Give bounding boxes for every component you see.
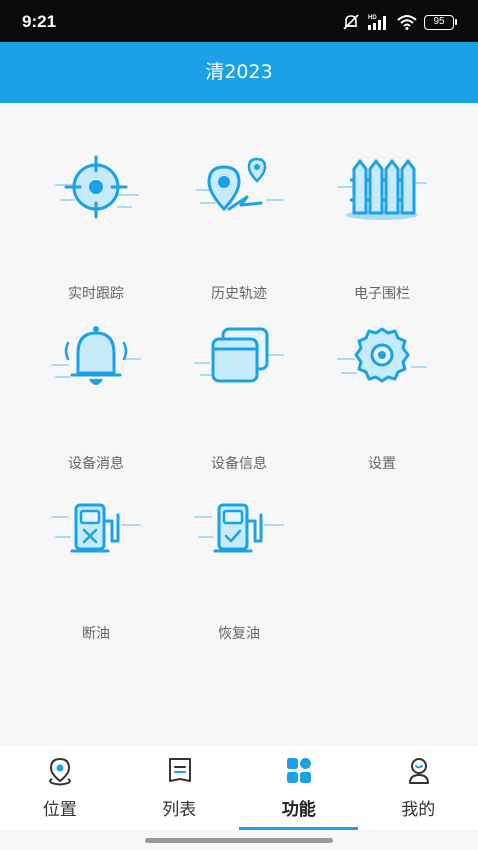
bell-off-icon xyxy=(343,14,359,30)
tile-restore-fuel[interactable]: 恢复油 xyxy=(169,485,309,642)
signal-icon: HD xyxy=(368,15,386,30)
gear-icon xyxy=(337,327,427,383)
tile-label: 历史轨迹 xyxy=(211,286,267,302)
tile-settings[interactable]: 设置 xyxy=(312,315,452,472)
tile-device-messages[interactable]: 设备消息 xyxy=(26,315,166,472)
device-cards-icon xyxy=(194,327,284,383)
home-indicator[interactable] xyxy=(145,838,333,843)
network-badge: HD xyxy=(368,15,377,21)
location-pin-icon xyxy=(49,757,71,786)
status-icons: HD 95 xyxy=(342,11,457,33)
battery-level: 95 xyxy=(433,15,445,27)
grid-apps-icon xyxy=(287,758,311,783)
battery-icon: 95 xyxy=(424,14,457,30)
home-area xyxy=(0,831,478,850)
tile-realtime-tracking[interactable]: 实时跟踪 xyxy=(26,145,166,302)
bottom-nav: 位置 列表 功能 我的 xyxy=(0,745,478,831)
app-bar: 清2023 xyxy=(0,42,478,103)
active-tab-indicator xyxy=(239,827,358,830)
tile-device-info[interactable]: 设备信息 xyxy=(169,315,309,472)
tile-label: 电子围栏 xyxy=(354,286,410,302)
fuel-pump-restore-icon xyxy=(194,503,284,553)
status-time: 9:21 xyxy=(22,12,57,31)
tile-geofence[interactable]: 电子围栏 xyxy=(312,145,452,302)
tile-label: 设备消息 xyxy=(68,456,124,472)
tile-label: 实时跟踪 xyxy=(68,286,124,302)
nav-item-list[interactable]: 列表 xyxy=(120,745,240,831)
nav-item-functions[interactable]: 功能 xyxy=(239,745,359,831)
tile-label: 恢复油 xyxy=(218,626,260,642)
nav-label: 位置 xyxy=(42,800,77,820)
crosshair-target-icon xyxy=(55,155,139,219)
bell-icon xyxy=(51,326,141,385)
map-pin-route-icon xyxy=(196,157,284,212)
tile-history-track[interactable]: 历史轨迹 xyxy=(169,145,309,302)
tile-cut-fuel[interactable]: 断油 xyxy=(26,485,166,642)
page-title: 清2023 xyxy=(205,61,273,83)
tile-label: 设置 xyxy=(368,456,396,472)
list-doc-icon xyxy=(168,758,191,782)
tile-label: 断油 xyxy=(82,626,110,642)
nav-item-location[interactable]: 位置 xyxy=(0,745,120,831)
fuel-pump-cut-icon xyxy=(51,503,141,553)
nav-label: 我的 xyxy=(401,800,436,820)
nav-item-mine[interactable]: 我的 xyxy=(359,745,478,831)
tile-label: 设备信息 xyxy=(211,456,267,472)
nav-label: 列表 xyxy=(162,800,197,820)
status-bar: 9:21 HD 95 xyxy=(0,0,478,42)
profile-icon xyxy=(408,758,429,784)
wifi-icon xyxy=(397,15,417,30)
fence-icon xyxy=(337,159,427,220)
nav-label: 功能 xyxy=(281,800,316,820)
